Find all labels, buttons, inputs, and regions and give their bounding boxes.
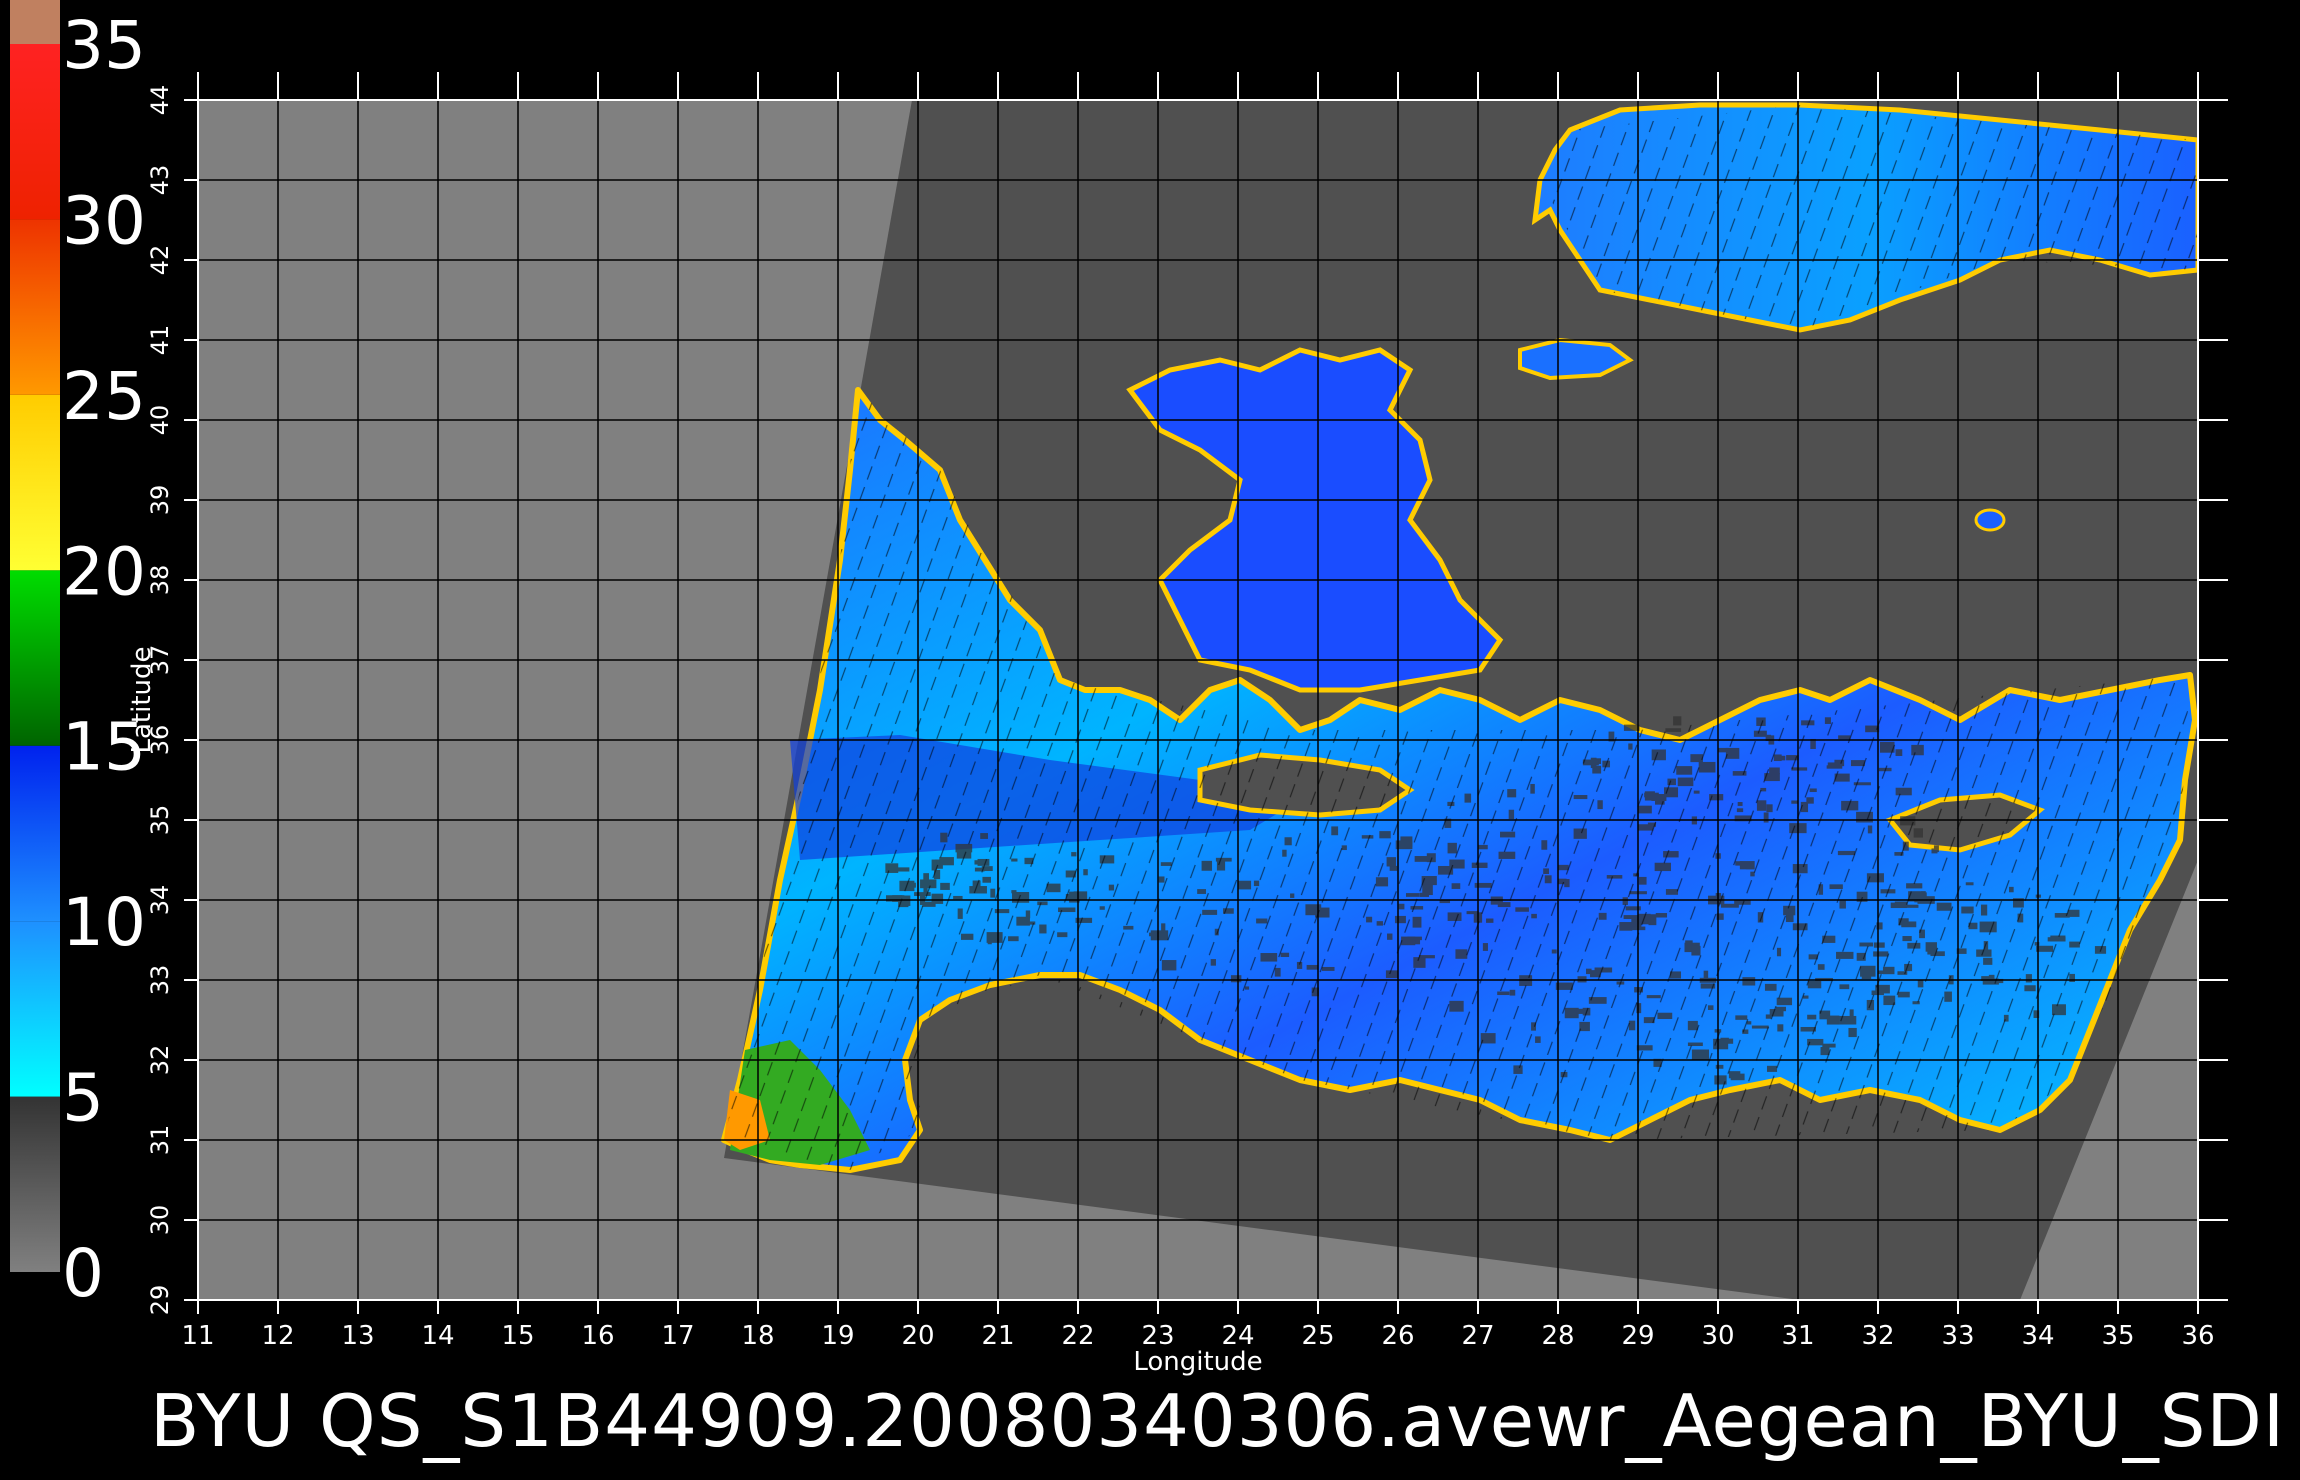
y-tick-label: 34 [146,885,174,916]
colorbar-tick-label: 10 [62,884,146,961]
x-tick-label: 32 [1861,1321,1894,1351]
x-tick-label: 16 [581,1321,614,1351]
y-tick-label: 39 [146,485,174,516]
y-tick-label: 40 [146,405,174,436]
colorbar-tick-label: 25 [62,358,146,435]
x-tick-label: 18 [741,1321,774,1351]
colorbar-segment [10,570,60,746]
x-tick-label: 25 [1301,1321,1334,1351]
wind-speed-map: 05101520253035 11 12 13 14 15 16 17 18 19 20 [10,0,2228,1377]
colorbar-segment [10,1096,60,1272]
y-tick-label: 41 [146,325,174,356]
small-lake [1974,508,2006,532]
colorbar-segment [10,0,60,44]
x-tick-label: 26 [1381,1321,1414,1351]
x-tick-label: 29 [1621,1321,1654,1351]
y-tick-label: 32 [146,1045,174,1076]
colorbar-tick-label: 0 [62,1235,104,1312]
x-tick-label: 14 [421,1321,454,1351]
y-tick-label: 38 [146,565,174,596]
x-tick-label: 12 [261,1321,294,1351]
y-tick-label: 31 [146,1125,174,1156]
map-title: BYU QS_S1B44909.20080340306.avewr_Aegean… [150,1379,2286,1463]
y-axis-label: Latitude [127,646,157,753]
x-tick-label: 11 [181,1321,214,1351]
x-tick-label: 34 [2021,1321,2054,1351]
x-tick-label: 22 [1061,1321,1094,1351]
colorbar-segment [10,745,60,922]
x-tick-label: 27 [1461,1321,1494,1351]
y-tick-label: 30 [146,1205,174,1236]
colorbar-tick-label: 20 [62,533,146,610]
x-tick-label: 21 [981,1321,1014,1351]
speckle [1673,716,1682,726]
x-tick-label: 35 [2101,1321,2134,1351]
y-tick-label: 43 [146,165,174,196]
x-tick-label: 36 [2181,1321,2214,1351]
x-tick-label: 33 [1941,1321,1974,1351]
x-tick-label: 13 [341,1321,374,1351]
colorbar-tick-label: 30 [62,182,146,259]
colorbar: 05101520253035 [10,0,146,1312]
x-tick-label: 31 [1781,1321,1814,1351]
x-tick-label: 28 [1541,1321,1574,1351]
x-tick-label: 19 [821,1321,854,1351]
x-tick-label: 20 [901,1321,934,1351]
colorbar-segment [10,219,60,395]
plot-area [198,100,2198,1300]
colorbar-segment [10,394,60,571]
x-tick-label: 17 [661,1321,694,1351]
colorbar-segment [10,921,60,1097]
y-tick-label: 35 [146,805,174,836]
speckle [1623,724,1640,731]
x-tick-label: 30 [1701,1321,1734,1351]
x-tick-label: 15 [501,1321,534,1351]
colorbar-tick-label: 35 [62,7,146,84]
colorbar-tick-label: 5 [62,1060,104,1137]
y-tick-label: 44 [146,85,174,116]
colorbar-segment [10,44,60,220]
y-tick-label: 33 [146,965,174,996]
y-tick-label: 42 [146,245,174,276]
y-tick-label: 29 [146,1285,174,1316]
